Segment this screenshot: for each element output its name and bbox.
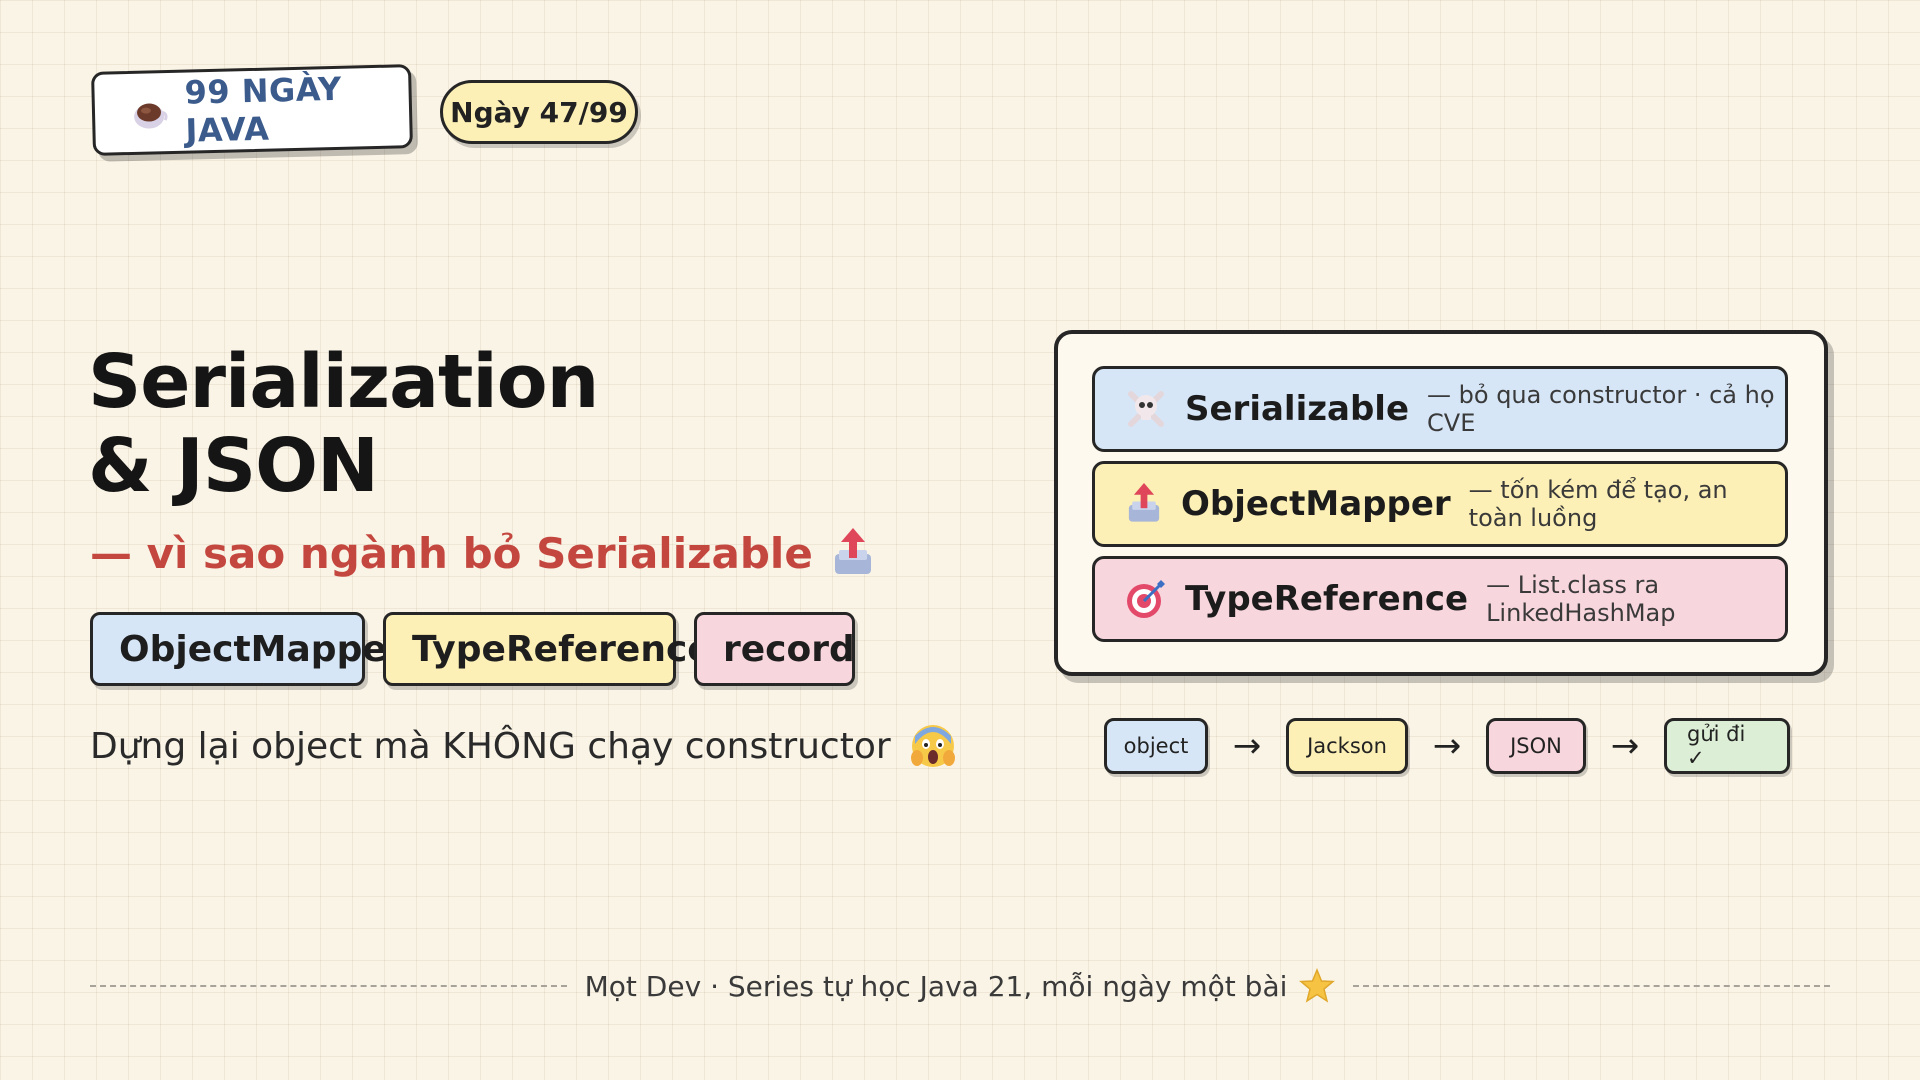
coffee-cup-icon — [129, 92, 170, 133]
outbox-tray-icon — [831, 528, 875, 578]
footer-credit: Mọt Dev · Series tự học Java 21, mỗi ngà… — [585, 968, 1336, 1004]
description-text: Dựng lại object mà KHÔNG chạy constructo… — [90, 725, 891, 767]
outbox-tray-icon — [1125, 483, 1163, 525]
row-note: — tốn kém để tạo, an toàn luồng — [1468, 476, 1728, 532]
comparison-card: Serializable — bỏ qua constructor · cả h… — [1054, 330, 1828, 676]
flow-diagram: object → Jackson → JSON → gửi đi ✓ — [1104, 718, 1790, 774]
flow-node-json: JSON — [1486, 718, 1586, 774]
row-name: ObjectMapper — [1181, 484, 1451, 524]
footer-text: Mọt Dev · Series tự học Java 21, mỗi ngà… — [584, 969, 1288, 1003]
card-row-serializable: Serializable — bỏ qua constructor · cả h… — [1092, 366, 1788, 452]
tag-record: record — [694, 612, 855, 686]
row-name: Serializable — [1185, 389, 1410, 429]
star-icon — [1299, 968, 1336, 1004]
series-badge: 99 NGÀY JAVA — [91, 64, 413, 156]
screaming-face-icon — [909, 722, 957, 770]
card-row-objectmapper: ObjectMapper — tốn kém để tạo, an toàn l… — [1092, 461, 1788, 547]
footer-divider-right — [1353, 985, 1831, 987]
page-title: Serialization & JSON — [88, 339, 599, 509]
subtitle-text: — vì sao ngành bỏ Serializable — [90, 528, 813, 578]
title-line-1: Serialization — [88, 339, 599, 425]
tag-objectmapper: ObjectMapper — [90, 612, 405, 686]
flow-node-jackson: Jackson — [1286, 718, 1408, 774]
footer: Mọt Dev · Series tự học Java 21, mỗi ngà… — [90, 968, 1831, 1004]
subtitle: — vì sao ngành bỏ Serializable — [90, 528, 875, 578]
target-icon — [1125, 578, 1167, 620]
row-note: — bỏ qua constructor · cả họ CVE — [1427, 381, 1775, 437]
day-counter: Ngày 47/99 — [440, 80, 638, 144]
skull-crossbones-icon — [1125, 388, 1167, 430]
row-name: TypeReference — [1185, 579, 1469, 619]
row-note: — List.class ra LinkedHashMap — [1486, 571, 1676, 627]
card-row-typereference: TypeReference — List.class ra LinkedHash… — [1092, 556, 1788, 642]
flow-node-send: gửi đi ✓ — [1664, 718, 1790, 774]
footer-divider-left — [90, 985, 567, 987]
tag-list: ObjectMapper TypeReference record — [90, 612, 855, 686]
description: Dựng lại object mà KHÔNG chạy constructo… — [90, 722, 957, 770]
series-name: 99 NGÀY JAVA — [184, 69, 343, 150]
title-line-2: & JSON — [88, 423, 379, 509]
flow-node-object: object — [1104, 718, 1208, 774]
flow-arrow-icon: → — [1610, 726, 1640, 766]
flow-arrow-icon: → — [1432, 726, 1462, 766]
tag-typereference: TypeReference — [383, 612, 712, 686]
flow-arrow-icon: → — [1232, 726, 1262, 766]
